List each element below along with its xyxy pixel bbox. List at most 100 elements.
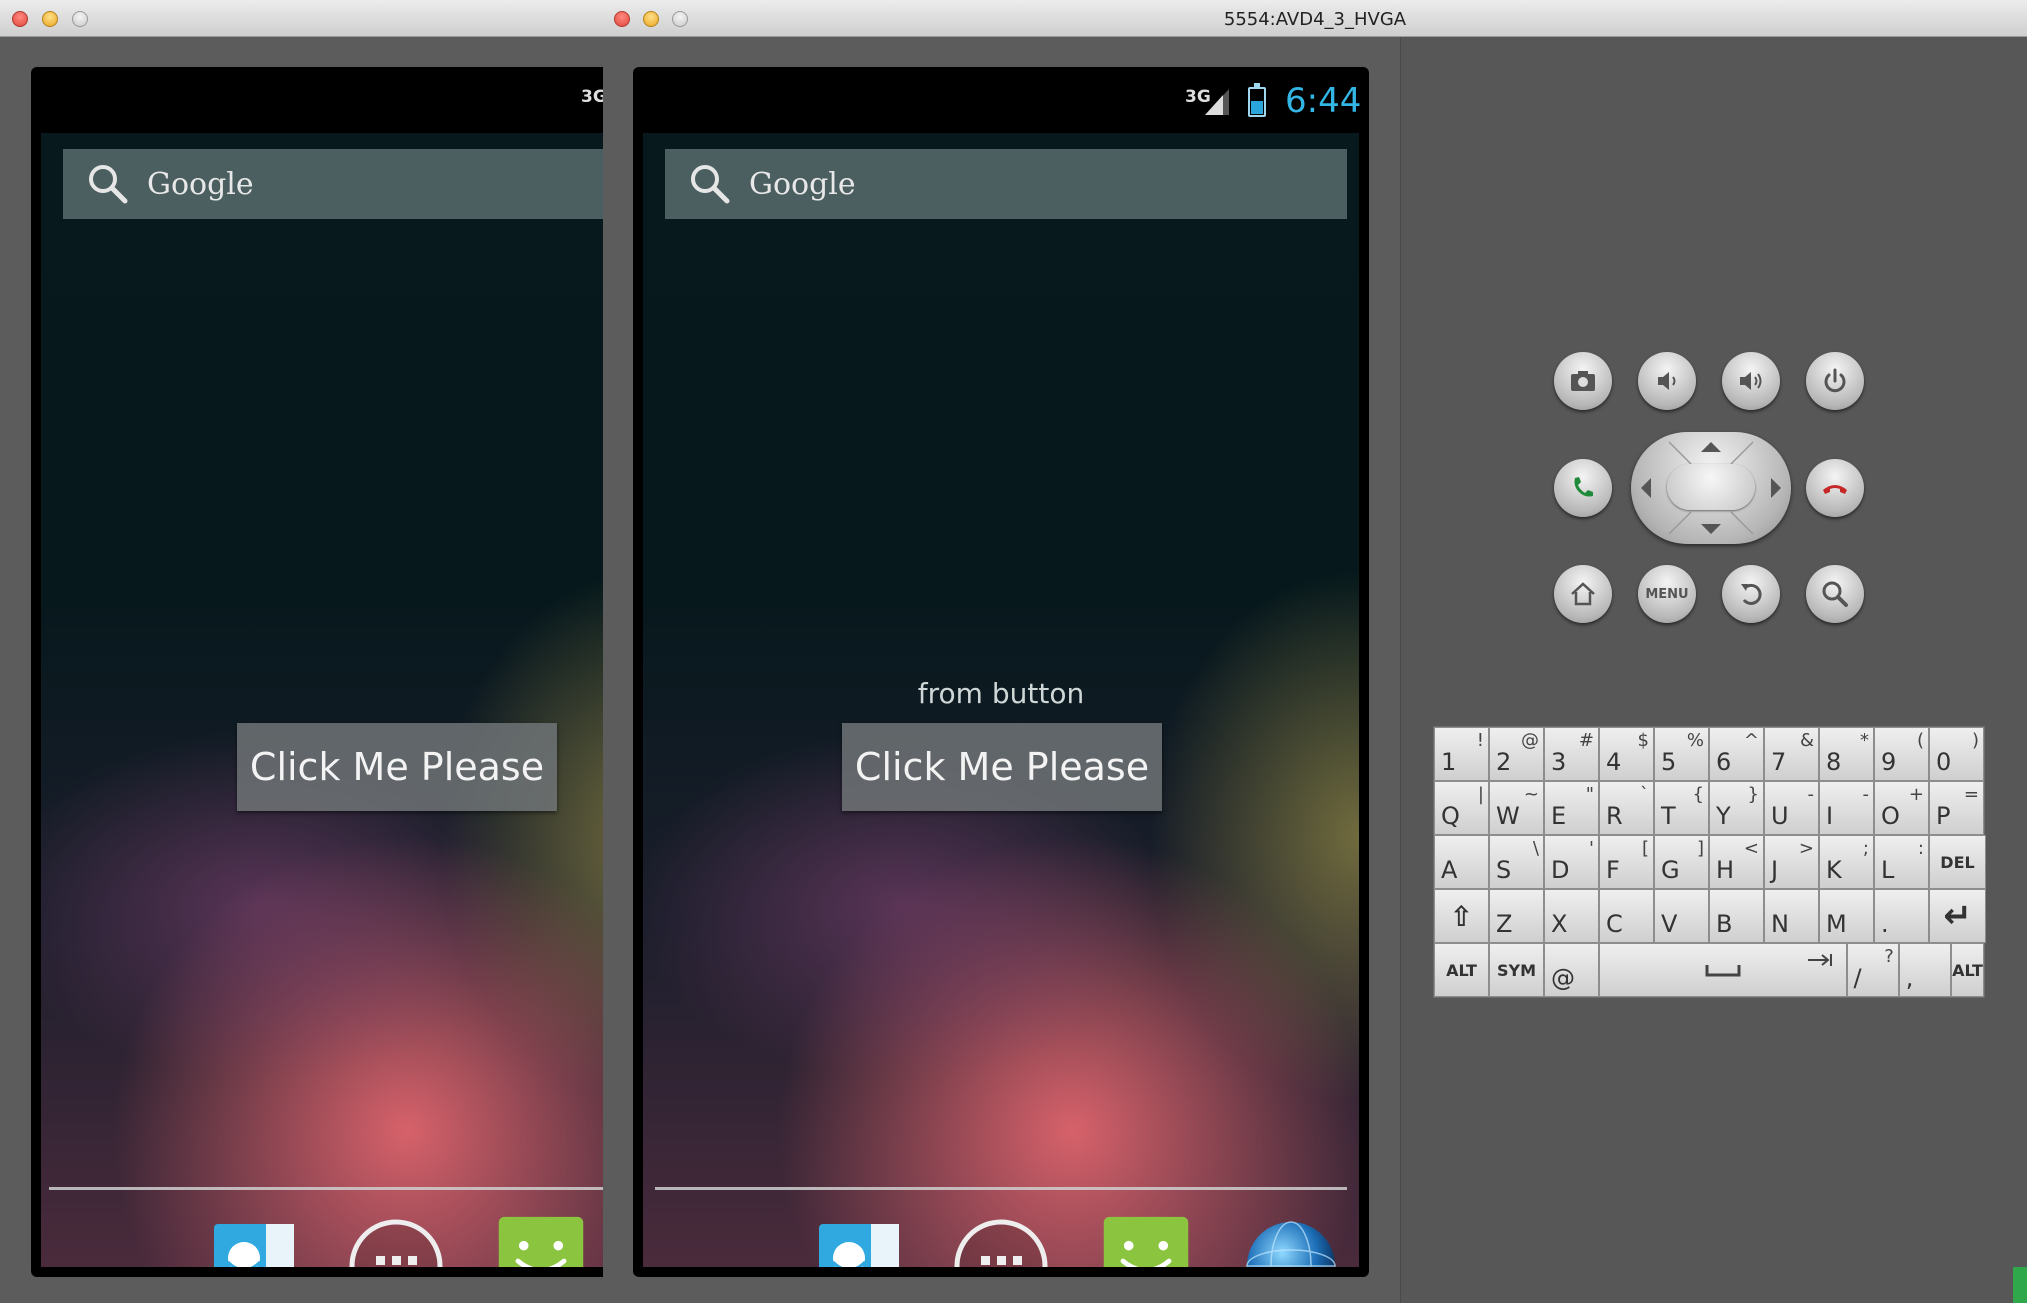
key-k[interactable]: K;: [1819, 835, 1874, 889]
key-9[interactable]: 9(: [1874, 727, 1929, 781]
key-o[interactable]: O +: [1874, 781, 1929, 835]
key-at[interactable]: @: [1544, 943, 1599, 997]
key-shift[interactable]: ⇧: [1434, 889, 1489, 943]
key-slash-label: /: [1853, 964, 1862, 992]
key-w-label: W: [1496, 802, 1520, 830]
key-c-label: C: [1606, 910, 1623, 938]
key-r-label: R: [1606, 802, 1623, 830]
key-5[interactable]: 5%: [1654, 727, 1709, 781]
browser-icon[interactable]: [1243, 1218, 1339, 1267]
key-alt-right[interactable]: ALT: [1951, 943, 1984, 997]
home-button[interactable]: [1554, 565, 1612, 623]
key-enter-label: ↵: [1943, 896, 1972, 936]
key-e-alt-label: ": [1585, 784, 1594, 805]
key-r[interactable]: R `: [1599, 781, 1654, 835]
zoom-button[interactable]: [72, 11, 88, 27]
key-0[interactable]: 0): [1929, 727, 1984, 781]
app-drawer-icon[interactable]: [348, 1218, 444, 1267]
volume-up-icon: [1740, 372, 1762, 390]
key-m[interactable]: M: [1819, 889, 1874, 943]
key-5-alt-label: %: [1686, 730, 1704, 751]
key-e[interactable]: E ": [1544, 781, 1599, 835]
key-f[interactable]: F[: [1599, 835, 1654, 889]
key-sym[interactable]: SYM: [1489, 943, 1544, 997]
click-me-button[interactable]: Click Me Please: [237, 723, 557, 811]
key-c[interactable]: C: [1599, 889, 1654, 943]
key-w[interactable]: W ~: [1489, 781, 1544, 835]
home-screen[interactable]: Google from button Click Me Please: [643, 133, 1359, 1267]
key-slash[interactable]: /?: [1846, 943, 1899, 997]
contacts-icon[interactable]: [811, 1218, 907, 1267]
key-z[interactable]: Z: [1489, 889, 1544, 943]
key-o-alt-label: +: [1908, 784, 1924, 805]
google-search-bar[interactable]: Google: [63, 149, 603, 219]
key-1[interactable]: 1!: [1434, 727, 1489, 781]
key-2-alt-label: @: [1521, 730, 1539, 751]
back-button[interactable]: [1722, 565, 1780, 623]
key-enter[interactable]: ↵: [1929, 889, 1986, 943]
camera-icon: [1571, 371, 1595, 391]
end-call-button[interactable]: [1806, 459, 1864, 517]
key-w-alt-label: ~: [1523, 784, 1539, 805]
toast-text: from button: [917, 677, 1085, 710]
call-icon: [1574, 477, 1593, 497]
click-me-button[interactable]: Click Me Please: [842, 723, 1162, 811]
key-l[interactable]: L:: [1874, 835, 1929, 889]
key-delete[interactable]: DEL: [1929, 835, 1986, 889]
key-t[interactable]: T{: [1654, 781, 1709, 835]
key-g[interactable]: G]: [1654, 835, 1709, 889]
key-v[interactable]: V: [1654, 889, 1709, 943]
app-drawer-icon[interactable]: [953, 1218, 1049, 1267]
search-button[interactable]: [1806, 565, 1864, 623]
key-y[interactable]: Y}: [1709, 781, 1764, 835]
key-u-label: U: [1771, 802, 1789, 830]
key-j[interactable]: J >: [1764, 835, 1819, 889]
key-b[interactable]: B: [1709, 889, 1764, 943]
key-s[interactable]: S \: [1489, 835, 1544, 889]
key-s-alt-label: \: [1532, 838, 1539, 859]
network-type: 3G: [581, 87, 603, 107]
hardware-keyboard: 1! 2 @3 #4 $5% 6 ^ 7 & 8 * 9(0) Q | W ~ E " R ` T{Y} U - I - O + P =…: [1433, 726, 1986, 998]
key-x[interactable]: X: [1544, 889, 1599, 943]
menu-label: MENU: [1645, 586, 1689, 602]
key-a[interactable]: A: [1434, 835, 1489, 889]
key-space[interactable]: [1599, 943, 1847, 997]
key-d[interactable]: D ': [1544, 835, 1599, 889]
volume-down-button[interactable]: [1638, 352, 1696, 410]
minimize-button[interactable]: [42, 11, 58, 27]
key-u[interactable]: U-: [1764, 781, 1819, 835]
google-search-bar[interactable]: Google: [665, 149, 1347, 219]
key-6[interactable]: 6 ^: [1709, 727, 1764, 781]
call-button[interactable]: [1554, 459, 1612, 517]
space-icon: [1705, 965, 1741, 977]
key-9-alt-label: (: [1916, 730, 1924, 751]
key-n[interactable]: N: [1764, 889, 1819, 943]
dpad-center[interactable]: [1667, 464, 1755, 510]
contacts-icon[interactable]: [206, 1218, 302, 1267]
volume-up-button[interactable]: [1722, 352, 1780, 410]
messaging-icon[interactable]: [1098, 1213, 1194, 1267]
messaging-icon[interactable]: [493, 1213, 589, 1267]
key-i[interactable]: I-: [1819, 781, 1874, 835]
power-button[interactable]: [1806, 352, 1864, 410]
key-2[interactable]: 2 @: [1489, 727, 1544, 781]
close-button[interactable]: [12, 11, 28, 27]
key-i-label: I: [1826, 802, 1834, 830]
key-7[interactable]: 7 &: [1764, 727, 1819, 781]
key-period[interactable]: .: [1874, 889, 1929, 943]
key-alt-left[interactable]: ALT: [1434, 943, 1489, 997]
key-d-label: D: [1551, 856, 1570, 884]
key-h[interactable]: H <: [1709, 835, 1764, 889]
key-8[interactable]: 8 *: [1819, 727, 1874, 781]
key-4[interactable]: 4 $: [1599, 727, 1654, 781]
key-q[interactable]: Q |: [1434, 781, 1489, 835]
key-comma[interactable]: ,: [1898, 943, 1951, 997]
dpad[interactable]: [1631, 432, 1791, 544]
camera-button[interactable]: [1554, 352, 1612, 410]
home-screen[interactable]: Google Click Me Please: [41, 133, 603, 1267]
key-3[interactable]: 3 #: [1544, 727, 1599, 781]
resize-indicator: [2013, 1267, 2027, 1303]
key-3-label: 3: [1551, 748, 1567, 776]
key-p[interactable]: P =: [1929, 781, 1984, 835]
menu-button[interactable]: MENU: [1638, 565, 1696, 623]
